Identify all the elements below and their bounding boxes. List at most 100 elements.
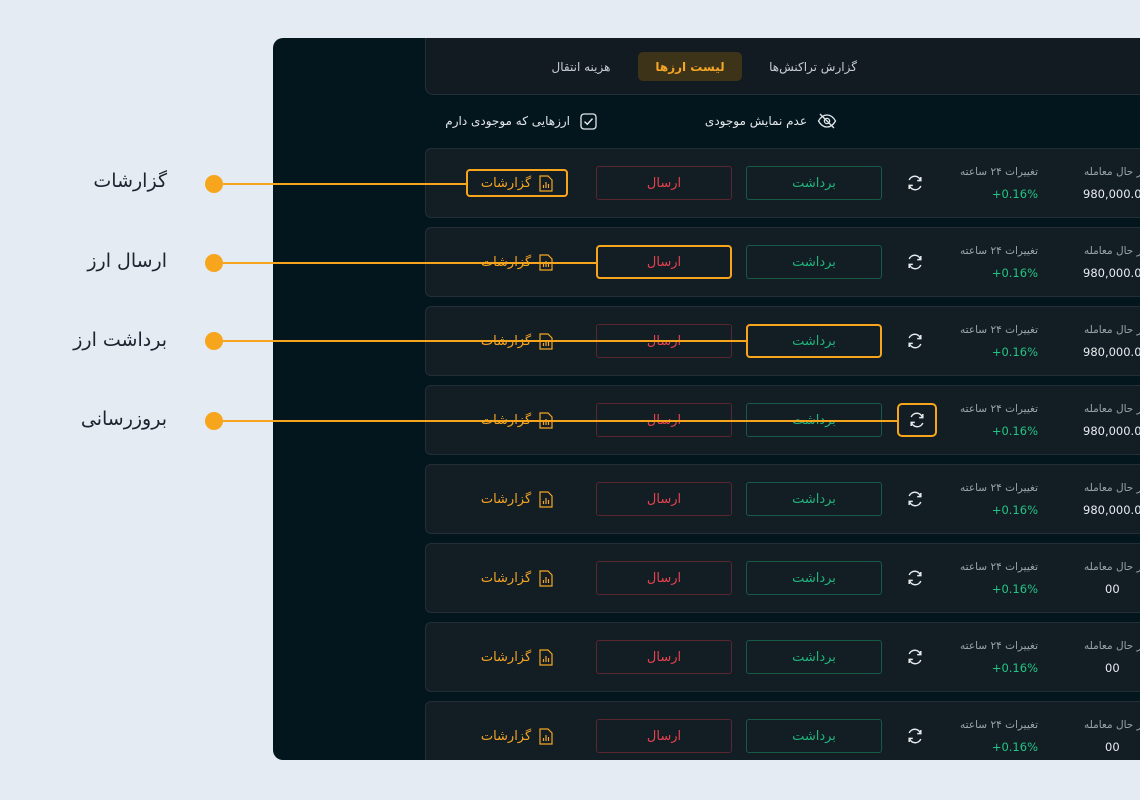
change-24h-label: تغییرات ۲۴ ساعته xyxy=(960,403,1038,415)
change-24h-value: +0.16% xyxy=(991,582,1038,596)
in-trade-label: در حال معامله xyxy=(1084,166,1140,178)
reports-label: گزارشات xyxy=(480,175,532,191)
filter-bar: ارزهایی که موجودی دارم عدم نمایش موجودی xyxy=(425,106,1140,136)
callout-line xyxy=(214,420,897,422)
change-24h-label: تغییرات ۲۴ ساعته xyxy=(960,482,1038,494)
refresh-icon xyxy=(908,491,922,507)
refresh-icon xyxy=(910,412,924,428)
withdraw-button[interactable]: برداشت xyxy=(746,324,882,358)
in-trade-label: در حال معامله xyxy=(1084,403,1140,415)
report-chart-icon xyxy=(539,569,553,587)
withdraw-button[interactable]: برداشت xyxy=(746,561,882,595)
reports-label: گزارشات xyxy=(480,491,532,507)
callout-label-send: ارسال ارز xyxy=(87,250,167,272)
change-24h-value: +0.16% xyxy=(991,661,1038,675)
callout-line xyxy=(214,340,747,342)
callout-line xyxy=(214,262,597,264)
reports-label: گزارشات xyxy=(480,649,532,665)
callout-line xyxy=(214,183,468,185)
withdraw-button[interactable]: برداشت xyxy=(746,245,882,279)
withdraw-button[interactable]: برداشت xyxy=(746,640,882,674)
currency-row: گزارشات ارسال برداشت تغییرات ۲۴ ساعته +0… xyxy=(425,543,1140,613)
refresh-icon xyxy=(908,333,922,349)
hide-balance-label: عدم نمایش موجودی xyxy=(704,114,807,128)
reports-button[interactable]: گزارشات xyxy=(466,169,568,197)
in-trade-value: 980,000.00 xyxy=(1083,266,1140,280)
change-24h-value: +0.16% xyxy=(991,740,1038,754)
report-chart-icon xyxy=(539,174,553,192)
in-trade-value: 00 xyxy=(1105,582,1120,596)
withdraw-button[interactable]: برداشت xyxy=(746,166,882,200)
in-trade-label: در حال معامله xyxy=(1084,324,1140,336)
in-trade-value: 980,000.00 xyxy=(1083,424,1140,438)
in-trade-value: 00 xyxy=(1105,661,1120,675)
tab-transaction-report[interactable]: گزارش تراکنش‌ها xyxy=(758,52,868,81)
currency-row: گزارشات ارسال برداشت تغییرات ۲۴ ساعته +0… xyxy=(425,622,1140,692)
change-24h-value: +0.16% xyxy=(991,266,1038,280)
report-chart-icon xyxy=(539,490,553,508)
eye-off-icon xyxy=(817,113,837,129)
in-trade-label: در حال معامله xyxy=(1084,245,1140,257)
in-trade-label: در حال معامله xyxy=(1084,719,1140,731)
currency-row: گزارشات ارسال برداشت تغییرات ۲۴ ساعته +0… xyxy=(425,464,1140,534)
refresh-icon xyxy=(908,570,922,586)
change-24h-label: تغییرات ۲۴ ساعته xyxy=(960,166,1038,178)
in-trade-label: در حال معامله xyxy=(1084,561,1140,573)
refresh-button[interactable] xyxy=(903,171,927,195)
in-trade-label: در حال معامله xyxy=(1084,640,1140,652)
checkbox-checked-icon xyxy=(580,112,597,130)
refresh-button[interactable] xyxy=(903,566,927,590)
in-trade-value: 00 xyxy=(1105,740,1120,754)
change-24h-label: تغییرات ۲۴ ساعته xyxy=(960,640,1038,652)
hide-balance-toggle[interactable]: عدم نمایش موجودی xyxy=(705,109,837,133)
callout-label-withdraw: برداشت ارز xyxy=(73,329,167,351)
send-button[interactable]: ارسال xyxy=(596,640,732,674)
reports-label: گزارشات xyxy=(480,728,532,744)
callout-label-refresh: بروزرسانی xyxy=(80,408,167,430)
send-button[interactable]: ارسال xyxy=(596,561,732,595)
send-button[interactable]: ارسال xyxy=(596,166,732,200)
send-button[interactable]: ارسال xyxy=(596,482,732,516)
currency-row: گزارشات ارسال برداشت تغییرات ۲۴ ساعته +0… xyxy=(425,148,1140,218)
refresh-icon xyxy=(908,649,922,665)
refresh-button[interactable] xyxy=(903,250,927,274)
withdraw-button[interactable]: برداشت xyxy=(746,719,882,753)
change-24h-value: +0.16% xyxy=(991,424,1038,438)
change-24h-label: تغییرات ۲۴ ساعته xyxy=(960,561,1038,573)
tab-transfer-fee[interactable]: هزینه انتقال xyxy=(526,52,636,81)
change-24h-label: تغییرات ۲۴ ساعته xyxy=(960,245,1038,257)
reports-button[interactable]: گزارشات xyxy=(466,643,568,671)
in-trade-value: 980,000.00 xyxy=(1083,503,1140,517)
reports-button[interactable]: گزارشات xyxy=(466,564,568,592)
change-24h-value: +0.16% xyxy=(991,345,1038,359)
refresh-button[interactable] xyxy=(903,645,927,669)
refresh-button[interactable] xyxy=(903,724,927,748)
refresh-button[interactable] xyxy=(903,487,927,511)
currency-row: گزارشات ارسال برداشت تغییرات ۲۴ ساعته +0… xyxy=(425,701,1140,760)
report-chart-icon xyxy=(539,648,553,666)
owned-only-checkbox[interactable]: ارزهایی که موجودی دارم xyxy=(445,109,597,133)
send-button[interactable]: ارسال xyxy=(596,245,732,279)
tab-currency-list[interactable]: لیست ارزها xyxy=(638,52,742,81)
refresh-icon xyxy=(908,728,922,744)
refresh-button[interactable] xyxy=(903,329,927,353)
app-panel: هزینه انتقال لیست ارزها گزارش تراکنش‌ها … xyxy=(273,38,1140,760)
withdraw-button[interactable]: برداشت xyxy=(746,482,882,516)
refresh-icon xyxy=(908,254,922,270)
refresh-icon xyxy=(908,175,922,191)
send-button[interactable]: ارسال xyxy=(596,719,732,753)
change-24h-value: +0.16% xyxy=(991,187,1038,201)
in-trade-label: در حال معامله xyxy=(1084,482,1140,494)
in-trade-value: 980,000.00 xyxy=(1083,345,1140,359)
in-trade-value: 980,000.00 xyxy=(1083,187,1140,201)
reports-label: گزارشات xyxy=(480,570,532,586)
main-content: هزینه انتقال لیست ارزها گزارش تراکنش‌ها … xyxy=(425,38,1140,760)
change-24h-label: تغییرات ۲۴ ساعته xyxy=(960,324,1038,336)
owned-only-label: ارزهایی که موجودی دارم xyxy=(445,114,570,128)
refresh-button[interactable] xyxy=(897,403,937,437)
tab-bar: هزینه انتقال لیست ارزها گزارش تراکنش‌ها xyxy=(425,38,1140,95)
change-24h-value: +0.16% xyxy=(991,503,1038,517)
reports-button[interactable]: گزارشات xyxy=(466,722,568,750)
reports-button[interactable]: گزارشات xyxy=(466,485,568,513)
change-24h-label: تغییرات ۲۴ ساعته xyxy=(960,719,1038,731)
